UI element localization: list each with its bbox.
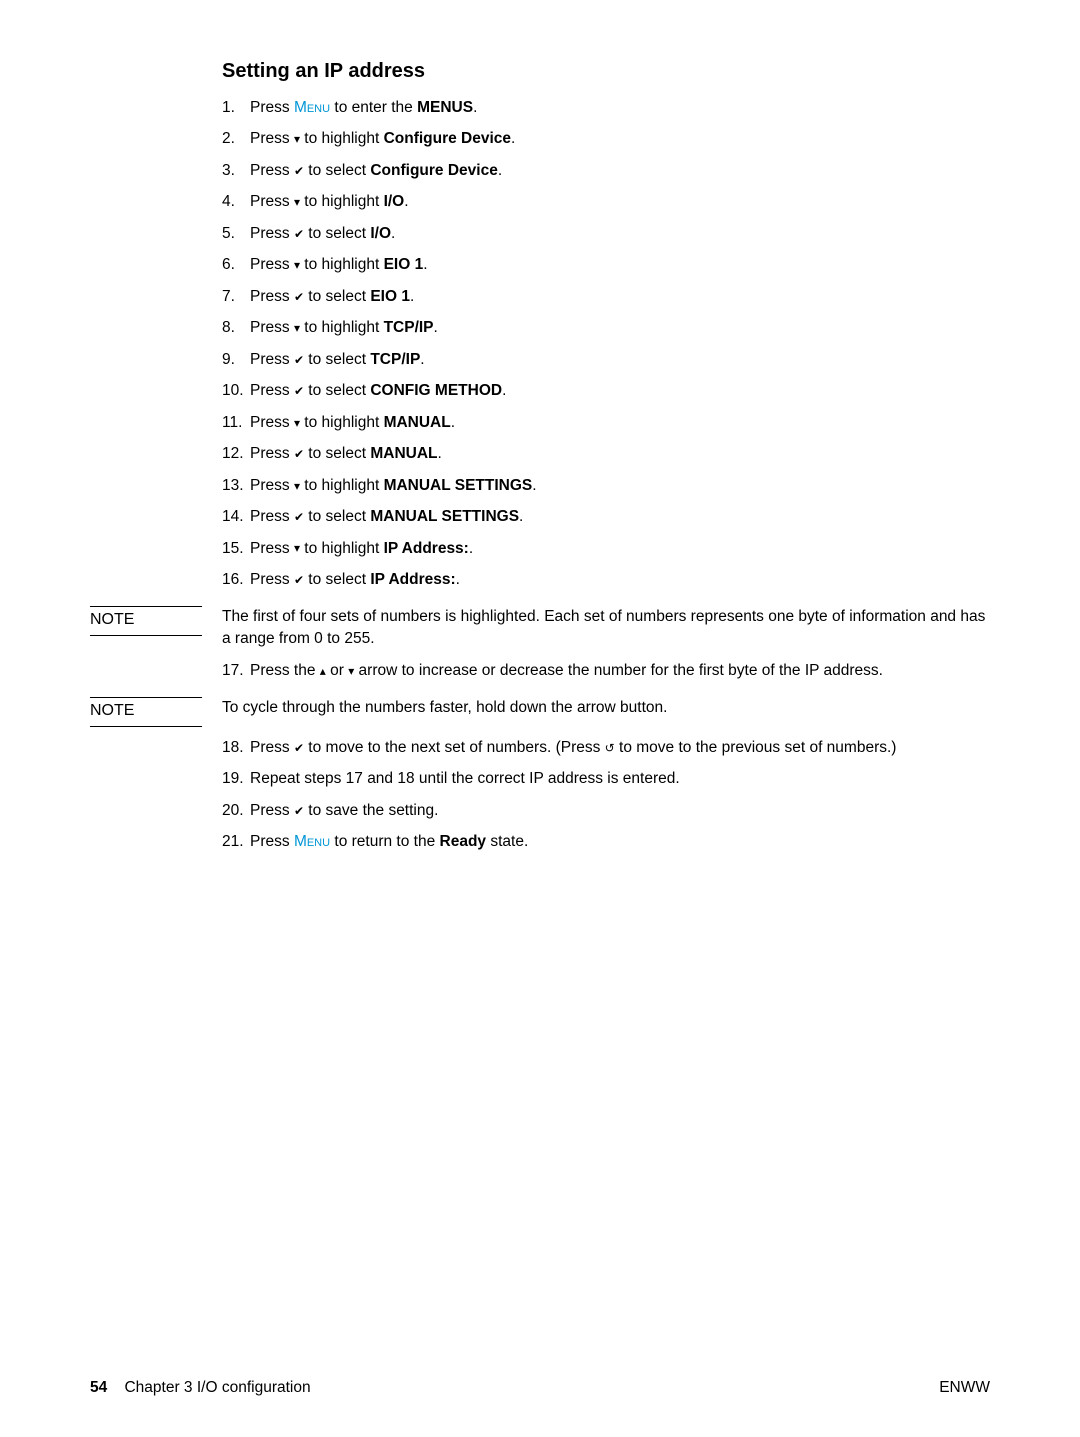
instruction-list: 17.Press the ▴ or ▾ arrow to increase or… [222,660,990,682]
step-item: 12.Press ✔ to select MANUAL. [222,443,990,465]
menu-key: Menu [294,833,330,850]
down-icon: ▾ [294,480,300,492]
step-item: 9.Press ✔ to select TCP/IP. [222,349,990,371]
step-item: 16.Press ✔ to select IP Address:. [222,569,990,591]
page-footer: 54 Chapter 3 I/O configuration ENWW [90,1379,990,1397]
steps-continued: 17.Press the ▴ or ▾ arrow to increase or… [222,660,990,682]
note-body: The first of four sets of numbers is hig… [222,606,990,651]
step-item: 5.Press ✔ to select I/O. [222,223,990,245]
note-block: NOTE To cycle through the numbers faster… [90,697,990,727]
chapter-label: Chapter 3 I/O configuration [124,1379,310,1396]
back-icon: ↺ [605,742,615,754]
footer-right: ENWW [939,1379,990,1397]
down-icon: ▾ [294,196,300,208]
step-item: 18.Press ✔ to move to the next set of nu… [222,737,990,759]
step-item: 21.Press Menu to return to the Ready sta… [222,831,990,853]
check-icon: ✔ [294,354,304,366]
step-item: 13.Press ▾ to highlight MANUAL SETTINGS. [222,475,990,497]
note-label-wrap: NOTE [90,606,222,651]
step-item: 10.Press ✔ to select CONFIG METHOD. [222,380,990,402]
step-item: 19.Repeat steps 17 and 18 until the corr… [222,768,990,790]
check-icon: ✔ [294,805,304,817]
check-icon: ✔ [294,291,304,303]
steps-continued: 18.Press ✔ to move to the next set of nu… [222,737,990,854]
step-item: 20.Press ✔ to save the setting. [222,800,990,822]
check-icon: ✔ [294,165,304,177]
step-item: 8.Press ▾ to highlight TCP/IP. [222,317,990,339]
main-content: Setting an IP address 1.Press Menu to en… [222,60,990,592]
note-body: To cycle through the numbers faster, hol… [222,697,990,727]
check-icon: ✔ [294,448,304,460]
check-icon: ✔ [294,385,304,397]
instruction-list: 1.Press Menu to enter the MENUS. 2.Press … [222,97,990,592]
down-icon: ▾ [294,133,300,145]
step-item: 14.Press ✔ to select MANUAL SETTINGS. [222,506,990,528]
step-item: 11.Press ▾ to highlight MANUAL. [222,412,990,434]
step-item: 17.Press the ▴ or ▾ arrow to increase or… [222,660,990,682]
check-icon: ✔ [294,511,304,523]
page-number: 54 [90,1379,107,1396]
footer-left: 54 Chapter 3 I/O configuration [90,1379,311,1397]
down-icon: ▾ [294,259,300,271]
check-icon: ✔ [294,574,304,586]
note-label: NOTE [90,606,202,636]
document-page: Setting an IP address 1.Press Menu to en… [0,0,1080,1437]
menu-key: Menu [294,99,330,116]
section-heading: Setting an IP address [222,60,990,83]
check-icon: ✔ [294,742,304,754]
down-icon: ▾ [294,417,300,429]
check-icon: ✔ [294,228,304,240]
step-item: 2.Press ▾ to highlight Configure Device. [222,128,990,150]
instruction-list: 18.Press ✔ to move to the next set of nu… [222,737,990,854]
note-block: NOTE The first of four sets of numbers i… [90,606,990,651]
note-label: NOTE [90,697,202,727]
down-icon: ▾ [294,542,300,554]
note-label-wrap: NOTE [90,697,222,727]
down-icon: ▾ [294,322,300,334]
down-icon: ▾ [348,665,354,677]
up-icon: ▴ [320,665,326,677]
step-item: 15.Press ▾ to highlight IP Address:. [222,538,990,560]
step-item: 3.Press ✔ to select Configure Device. [222,160,990,182]
step-item: 4.Press ▾ to highlight I/O. [222,191,990,213]
step-item: 7.Press ✔ to select EIO 1. [222,286,990,308]
step-item: 1.Press Menu to enter the MENUS. [222,97,990,119]
step-item: 6.Press ▾ to highlight EIO 1. [222,254,990,276]
